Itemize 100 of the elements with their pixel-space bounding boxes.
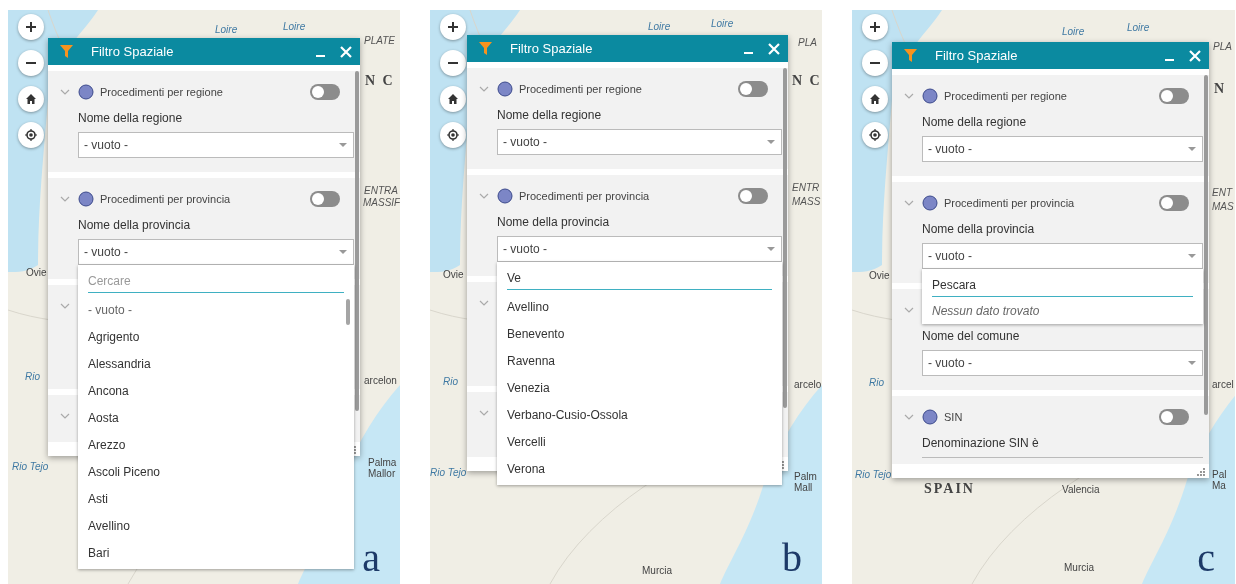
field-label: Nome del comune xyxy=(922,329,1021,344)
scrollbar[interactable] xyxy=(783,68,787,408)
map-label: Loire xyxy=(1062,27,1085,37)
select-field[interactable]: - vuoto - xyxy=(922,243,1203,269)
dropdown-option[interactable]: Avellino xyxy=(78,513,354,540)
dropdown-option[interactable]: Vercelli xyxy=(497,429,782,456)
circle-symbol-icon xyxy=(922,195,938,211)
map-label: N xyxy=(1214,82,1227,96)
select-field[interactable]: - vuoto - xyxy=(78,239,354,265)
section-title: Procedimenti per regione xyxy=(519,83,643,95)
close-button[interactable] xyxy=(338,43,354,60)
field-label: Denominazione SIN è xyxy=(922,436,1040,451)
scrollbar[interactable] xyxy=(355,71,359,411)
panel-letter: b xyxy=(782,538,802,578)
field-label: Nome della regione xyxy=(922,115,1028,130)
dropdown-option[interactable]: Ascoli Piceno xyxy=(78,459,354,486)
field-label: Nome della provincia xyxy=(922,222,1036,237)
map-label: Loire xyxy=(711,19,734,29)
map-label: Murcia xyxy=(1064,563,1094,573)
zoom-in-icon xyxy=(869,21,881,33)
map-label: MASS xyxy=(792,197,821,207)
scrollbar[interactable] xyxy=(346,299,350,325)
select-field[interactable]: - vuoto - xyxy=(922,350,1203,376)
map-label: ENT xyxy=(1212,188,1232,198)
section-title: Procedimenti per regione xyxy=(944,90,1068,102)
map-label: Ovie xyxy=(869,271,890,281)
select-field[interactable]: - vuoto - xyxy=(922,136,1203,162)
home-icon xyxy=(869,93,881,105)
map-label: Mallor xyxy=(368,469,396,479)
chevron-icon xyxy=(60,196,70,202)
section-title: Procedimenti per regione xyxy=(100,86,224,98)
dropdown-option[interactable]: Ancona xyxy=(78,378,354,405)
dropdown-option[interactable]: Venezia xyxy=(497,375,782,402)
map-label: PLA xyxy=(798,38,817,48)
map-label: ENTR xyxy=(792,183,820,193)
dropdown-option[interactable]: Bari xyxy=(78,540,354,567)
map-label: Palma xyxy=(368,458,397,468)
scrollbar[interactable] xyxy=(1204,75,1208,415)
zoom-in-icon xyxy=(447,21,459,33)
section-title: SIN xyxy=(944,411,964,423)
toggle-switch[interactable] xyxy=(1159,195,1189,211)
map-label: Rio Tejo xyxy=(430,468,467,478)
dropdown-menu[interactable]: Ve Avellino Benevento Ravenna Venezia Verbano-Cusio-Ossola Vercelli Verona xyxy=(497,262,782,485)
close-icon xyxy=(768,42,780,55)
widget-title: Filtro Spaziale xyxy=(91,44,175,59)
circle-symbol-icon xyxy=(922,409,938,425)
funnel-icon xyxy=(904,49,917,62)
select-field[interactable]: - vuoto - xyxy=(497,236,782,262)
dropdown-option[interactable]: Agrigento xyxy=(78,324,354,351)
dropdown-menu[interactable]: Cercare - vuoto - Agrigento Alessandria Ancona Aosta Arezzo Ascoli Piceno Asti Avellino Bari xyxy=(78,265,354,569)
circle-symbol-icon xyxy=(78,191,94,207)
toggle-switch[interactable] xyxy=(310,191,340,207)
dropdown-option[interactable]: Arezzo xyxy=(78,432,354,459)
chevron-icon xyxy=(904,200,914,206)
map-label: Mall xyxy=(794,483,813,493)
caret-icon xyxy=(1188,361,1196,365)
caret-icon xyxy=(767,247,775,251)
dropdown-option[interactable]: Aosta xyxy=(78,405,354,432)
toggle-switch[interactable] xyxy=(1159,409,1189,425)
chevron-icon xyxy=(904,307,914,313)
widget-title: Filtro Spaziale xyxy=(935,48,1019,63)
dropdown-option[interactable]: Benevento xyxy=(497,321,782,348)
locate-icon xyxy=(447,129,459,141)
chevron-icon xyxy=(904,93,914,99)
map-label: Rio xyxy=(869,378,884,388)
close-button[interactable] xyxy=(766,40,782,57)
dropdown-option[interactable]: Verbano-Cusio-Ossola xyxy=(497,402,782,429)
field-label: Nome della regione xyxy=(497,108,603,123)
funnel-icon xyxy=(479,42,492,55)
chevron-icon xyxy=(60,413,70,419)
circle-symbol-icon xyxy=(78,84,94,100)
dropdown-option[interactable]: Asti xyxy=(78,486,354,513)
chevron-icon xyxy=(479,410,489,416)
toggle-switch[interactable] xyxy=(310,84,340,100)
dropdown-option[interactable]: Ravenna xyxy=(497,348,782,375)
map-label: Rio xyxy=(443,377,458,387)
map-label: Ovie xyxy=(26,268,47,278)
dropdown-option[interactable]: Alessandria xyxy=(78,351,354,378)
map-label: arcelo xyxy=(794,380,822,390)
map-label: arcelon xyxy=(364,376,397,386)
dropdown-option[interactable]: Avellino xyxy=(497,294,782,321)
select-field[interactable]: - vuoto - xyxy=(497,129,782,155)
toggle-switch[interactable] xyxy=(1159,88,1189,104)
map-label: ENTRA xyxy=(364,186,398,196)
map-label: Loire xyxy=(215,25,238,35)
dropdown-option[interactable]: - vuoto - xyxy=(78,297,354,324)
section-title: Procedimenti per provincia xyxy=(519,190,651,202)
dropdown-option[interactable]: Verona xyxy=(497,456,782,483)
toggle-switch[interactable] xyxy=(738,188,768,204)
map-label: Rio Tejo xyxy=(12,462,49,472)
close-icon xyxy=(1189,49,1201,62)
caret-icon xyxy=(339,143,347,147)
locate-icon xyxy=(869,129,881,141)
close-button[interactable] xyxy=(1187,47,1203,64)
dropdown-menu[interactable]: Pescara Nessun dato trovato xyxy=(922,269,1203,324)
select-field[interactable]: - vuoto - xyxy=(78,132,354,158)
empty-message: Nessun dato trovato xyxy=(931,303,1041,320)
map-label: Loire xyxy=(283,22,306,32)
map-label: Rio Tejo xyxy=(855,470,892,480)
toggle-switch[interactable] xyxy=(738,81,768,97)
